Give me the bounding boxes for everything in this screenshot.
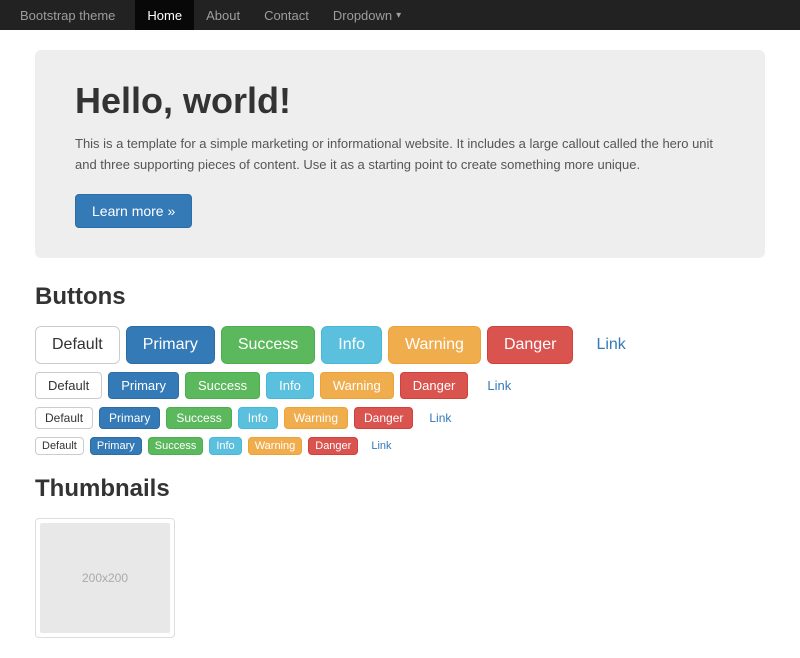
btn-info-sm[interactable]: Info — [238, 407, 278, 429]
btn-warning-lg[interactable]: Warning — [388, 326, 481, 364]
thumbnail-item[interactable]: 200x200 — [35, 518, 175, 638]
btn-row-xs: Default Primary Success Info Warning Dan… — [35, 437, 765, 455]
btn-default-xs[interactable]: Default — [35, 437, 84, 455]
thumbnails-section: Thumbnails 200x200 — [35, 475, 765, 638]
thumbnail-label: 200x200 — [82, 571, 128, 585]
hero-description: This is a template for a simple marketin… — [75, 134, 725, 176]
btn-info-md[interactable]: Info — [266, 372, 314, 399]
btn-danger-sm[interactable]: Danger — [354, 407, 413, 429]
btn-warning-xs[interactable]: Warning — [248, 437, 303, 455]
btn-primary-md[interactable]: Primary — [108, 372, 179, 399]
btn-info-lg[interactable]: Info — [321, 326, 382, 364]
jumbotron: Hello, world! This is a template for a s… — [35, 50, 765, 258]
thumbnails-section-title: Thumbnails — [35, 475, 765, 503]
btn-default-sm[interactable]: Default — [35, 407, 93, 429]
thumbnail-placeholder: 200x200 — [40, 523, 170, 633]
learn-more-button[interactable]: Learn more » — [75, 194, 192, 228]
btn-info-xs[interactable]: Info — [209, 437, 241, 455]
btn-warning-md[interactable]: Warning — [320, 372, 394, 399]
chevron-down-icon: ▾ — [396, 10, 401, 21]
btn-primary-sm[interactable]: Primary — [99, 407, 160, 429]
btn-default-lg[interactable]: Default — [35, 326, 120, 364]
nav-items: Home About Contact Dropdown ▾ — [135, 0, 413, 30]
btn-warning-sm[interactable]: Warning — [284, 407, 348, 429]
btn-danger-md[interactable]: Danger — [400, 372, 469, 399]
nav-item-about[interactable]: About — [194, 0, 252, 30]
navbar: Bootstrap theme Home About Contact Dropd… — [0, 0, 800, 30]
nav-dropdown-label: Dropdown — [333, 8, 392, 23]
navbar-brand[interactable]: Bootstrap theme — [20, 8, 115, 23]
buttons-section-title: Buttons — [35, 283, 765, 311]
nav-item-home[interactable]: Home — [135, 0, 194, 30]
buttons-section: Buttons Default Primary Success Info War… — [35, 283, 765, 455]
btn-danger-lg[interactable]: Danger — [487, 326, 573, 364]
btn-primary-lg[interactable]: Primary — [126, 326, 215, 364]
btn-link-md[interactable]: Link — [474, 372, 524, 399]
hero-title: Hello, world! — [75, 80, 725, 122]
btn-primary-xs[interactable]: Primary — [90, 437, 142, 455]
btn-link-sm[interactable]: Link — [419, 407, 461, 429]
nav-item-contact[interactable]: Contact — [252, 0, 321, 30]
btn-link-lg[interactable]: Link — [579, 326, 642, 364]
btn-success-lg[interactable]: Success — [221, 326, 315, 364]
nav-item-dropdown[interactable]: Dropdown ▾ — [321, 0, 413, 30]
btn-default-md[interactable]: Default — [35, 372, 102, 399]
btn-success-md[interactable]: Success — [185, 372, 260, 399]
btn-row-sm: Default Primary Success Info Warning Dan… — [35, 407, 765, 429]
btn-danger-xs[interactable]: Danger — [308, 437, 358, 455]
btn-row-md: Default Primary Success Info Warning Dan… — [35, 372, 765, 399]
btn-link-xs[interactable]: Link — [364, 437, 398, 455]
main-container: Hello, world! This is a template for a s… — [20, 30, 780, 658]
btn-success-sm[interactable]: Success — [166, 407, 231, 429]
btn-row-lg: Default Primary Success Info Warning Dan… — [35, 326, 765, 364]
btn-success-xs[interactable]: Success — [148, 437, 204, 455]
